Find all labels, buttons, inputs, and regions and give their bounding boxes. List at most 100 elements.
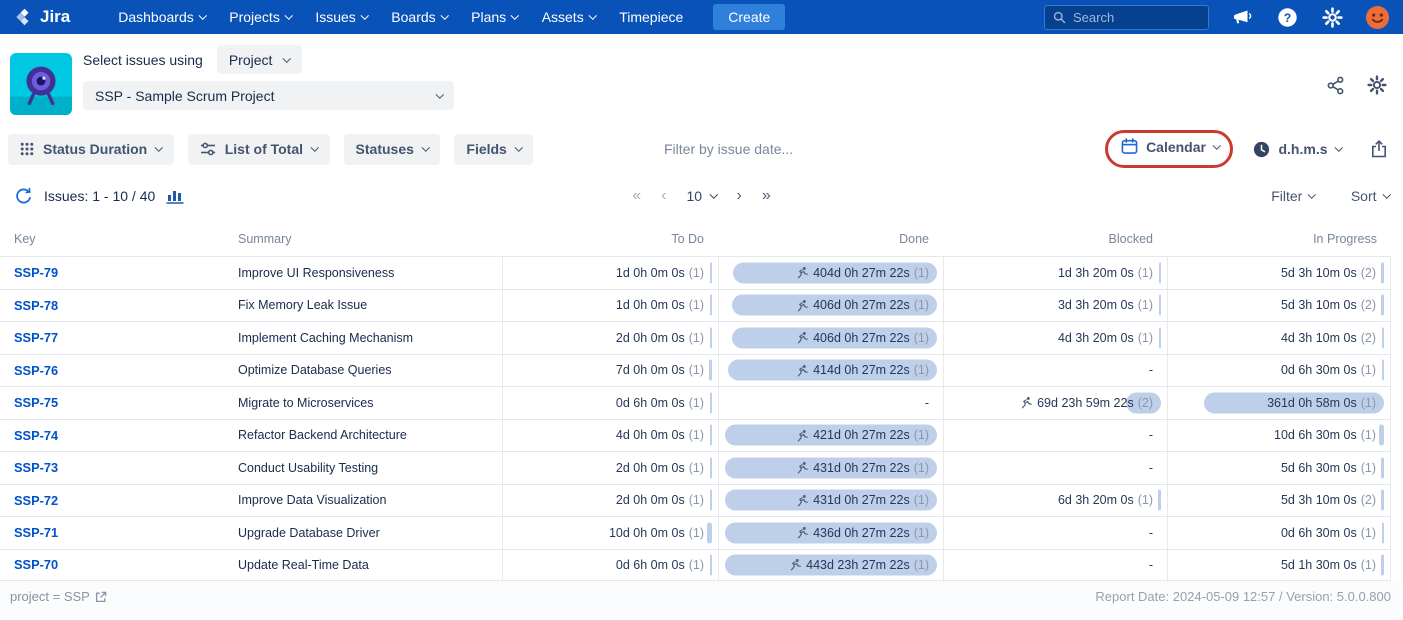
issue-count: (1) xyxy=(1360,460,1376,475)
status-duration-dropdown[interactable]: Status Duration xyxy=(8,133,174,165)
summary-text: Conduct Usability Testing xyxy=(238,460,379,475)
chevron-down-icon xyxy=(198,11,207,20)
table-row: SSP-76 Optimize Database Queries 7d 0h 0m … xyxy=(0,353,1391,386)
runner-icon xyxy=(797,299,808,312)
chevron-down-icon xyxy=(1382,190,1391,199)
summary-text: Optimize Database Queries xyxy=(238,363,392,378)
nav-item-assets[interactable]: Assets xyxy=(542,9,597,25)
done-cell: 431d 0h 27m 22s (1) xyxy=(718,484,943,516)
issue-key-link[interactable]: SSP-73 xyxy=(14,460,58,475)
nav-item-boards[interactable]: Boards xyxy=(391,9,449,25)
done-cell: 414d 0h 27m 22s (1) xyxy=(718,354,943,386)
done-cell: 406d 0h 27m 22s (1) xyxy=(718,322,943,354)
profile-button[interactable] xyxy=(1365,5,1389,29)
refresh-button[interactable] xyxy=(14,187,33,206)
report-settings-button[interactable] xyxy=(1367,75,1387,95)
issue-key-link[interactable]: SSP-71 xyxy=(14,525,58,540)
issue-count: (1) xyxy=(1360,557,1376,572)
chart-view-button[interactable] xyxy=(166,188,184,204)
issue-count: (1) xyxy=(913,557,929,572)
app-logo xyxy=(10,53,72,115)
last-page-button[interactable]: » xyxy=(762,188,771,204)
inprogress-cell: 361d 0h 58m 0s (1) xyxy=(1167,387,1391,419)
issue-count: (1) xyxy=(1360,363,1376,378)
issue-key-link[interactable]: SSP-75 xyxy=(14,395,58,410)
column-header-inprogress[interactable]: In Progress xyxy=(1167,232,1391,246)
issue-key-link[interactable]: SSP-72 xyxy=(14,493,58,508)
issue-count: (1) xyxy=(1360,525,1376,540)
create-button[interactable]: Create xyxy=(713,4,786,30)
project-dropdown[interactable]: SSP - Sample Scrum Project xyxy=(83,81,454,110)
settings-button[interactable] xyxy=(1320,5,1344,29)
issue-source-dropdown[interactable]: Project xyxy=(216,45,302,74)
table-row: SSP-79 Improve UI Responsiveness 1d 0h 0m … xyxy=(0,256,1391,289)
svg-text:?: ? xyxy=(1283,10,1290,24)
navbar-search[interactable] xyxy=(1044,4,1209,30)
column-header-done[interactable]: Done xyxy=(718,232,943,246)
table-row: SSP-77 Implement Caching Mechanism 2d 0h 0… xyxy=(0,321,1391,354)
todo-cell: 7d 0h 0m 0s (1) xyxy=(502,354,718,386)
prev-page-button[interactable]: ‹ xyxy=(661,188,666,204)
share-button[interactable] xyxy=(1326,76,1345,95)
help-button[interactable]: ? xyxy=(1275,5,1299,29)
report-toolbar: Status Duration List of Total Statuses F… xyxy=(0,128,1403,170)
summary-cell: Migrate to Microservices xyxy=(230,387,502,419)
nav-item-dashboards[interactable]: Dashboards xyxy=(118,9,207,25)
statuses-dropdown[interactable]: Statuses xyxy=(343,133,441,165)
nav-item-plans[interactable]: Plans xyxy=(471,9,519,25)
todo-cell: 2d 0h 0m 0s (1) xyxy=(502,322,718,354)
inprogress-cell: 10d 6h 30m 0s (1) xyxy=(1167,419,1391,451)
duration-text: 10d 0h 0m 0s xyxy=(608,525,685,540)
issue-key-link[interactable]: SSP-78 xyxy=(14,298,58,313)
time-format-dropdown[interactable]: d.h.m.s xyxy=(1253,141,1343,158)
summary-cell: Improve UI Responsiveness xyxy=(230,257,502,289)
next-page-button[interactable]: › xyxy=(737,188,742,204)
issue-key-link[interactable]: SSP-76 xyxy=(14,363,58,378)
page-size-dropdown[interactable]: 10 xyxy=(686,188,718,204)
duration-text: 414d 0h 27m 22s xyxy=(813,363,910,378)
issue-date-filter-input[interactable] xyxy=(664,141,854,157)
nav-item-issues[interactable]: Issues xyxy=(315,9,369,25)
issue-count: (1) xyxy=(688,460,704,475)
inprogress-cell: 5d 6h 30m 0s (1) xyxy=(1167,452,1391,484)
issue-count: (1) xyxy=(913,363,929,378)
duration-bar xyxy=(710,294,712,316)
jql-query-link[interactable]: project = SSP xyxy=(10,589,107,604)
fields-dropdown[interactable]: Fields xyxy=(454,133,534,165)
sort-dropdown[interactable]: Sort xyxy=(1351,188,1391,204)
brand-text: Jira xyxy=(40,7,71,26)
nav-item-timepiece[interactable]: Timepiece xyxy=(619,9,683,25)
first-page-button[interactable]: « xyxy=(632,188,641,204)
chevron-down-icon xyxy=(283,54,292,62)
column-header-todo[interactable]: To Do xyxy=(502,232,718,246)
duration-text: 0d 6h 30m 0s xyxy=(1280,363,1357,378)
jira-logo[interactable]: Jira xyxy=(14,7,70,28)
runner-icon xyxy=(797,527,808,539)
duration-bar xyxy=(1381,554,1384,576)
duration-bar xyxy=(710,327,712,349)
issue-count: (1) xyxy=(688,363,704,378)
done-cell: 406d 0h 27m 22s (1) xyxy=(718,289,943,321)
issue-key-link[interactable]: SSP-77 xyxy=(14,330,58,345)
export-button[interactable] xyxy=(1371,140,1387,158)
nav-item-projects[interactable]: Projects xyxy=(229,9,293,25)
summary-text: Upgrade Database Driver xyxy=(238,525,380,540)
issue-count: (1) xyxy=(1360,428,1376,443)
issue-key-link[interactable]: SSP-79 xyxy=(14,265,58,280)
calendar-dropdown[interactable]: Calendar xyxy=(1121,138,1221,155)
issue-count: (1) xyxy=(688,493,704,508)
column-header-key[interactable]: Key xyxy=(0,232,230,246)
list-of-total-dropdown[interactable]: List of Total xyxy=(187,133,330,165)
runner-icon xyxy=(797,364,808,377)
column-header-blocked[interactable]: Blocked xyxy=(943,232,1167,246)
search-input[interactable] xyxy=(1073,9,1200,25)
duration-bar xyxy=(1381,294,1384,316)
column-header-summary[interactable]: Summary xyxy=(230,232,502,246)
feedback-button[interactable] xyxy=(1230,5,1254,29)
blocked-cell: 4d 3h 20m 0s (1) xyxy=(943,322,1167,354)
issue-count: (2) xyxy=(1360,298,1376,313)
issue-key-link[interactable]: SSP-70 xyxy=(14,557,58,572)
issue-key-link[interactable]: SSP-74 xyxy=(14,428,58,443)
chevron-down-icon xyxy=(709,190,718,199)
filter-dropdown[interactable]: Filter xyxy=(1271,188,1316,204)
